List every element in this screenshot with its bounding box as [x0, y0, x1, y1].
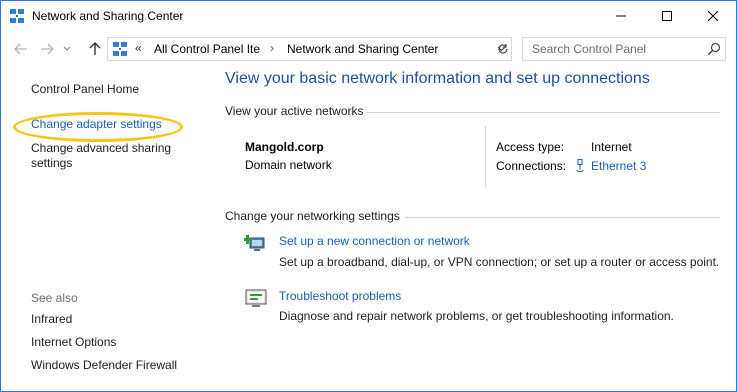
change-settings-heading: Change your networking settings	[225, 209, 400, 223]
highlight-annotation	[13, 112, 183, 142]
breadcrumb-network-center[interactable]: Network and Sharing Center	[287, 42, 438, 56]
see-also-heading: See also	[31, 291, 78, 305]
arrow-right-icon	[41, 43, 54, 55]
title-bar: Network and Sharing Center	[1, 1, 736, 31]
window: Network and Sharing Center « All Control…	[0, 0, 737, 392]
troubleshoot-description: Diagnose and repair network problems, or…	[279, 309, 674, 323]
active-networks-heading: View your active networks	[225, 104, 364, 118]
close-icon	[708, 11, 718, 21]
ethernet-icon	[576, 159, 584, 172]
search-box[interactable]: Search Control Panel	[522, 37, 726, 61]
network-divider	[485, 126, 486, 187]
refresh-icon	[497, 44, 508, 54]
close-button[interactable]	[690, 1, 736, 31]
control-panel-icon	[113, 42, 127, 56]
network-type: Domain network	[245, 158, 332, 172]
internet-options-link[interactable]: Internet Options	[31, 335, 116, 349]
network-name: Mangold.corp	[245, 140, 324, 154]
access-type-value: Internet	[591, 140, 632, 154]
ethernet-connection-link[interactable]: Ethernet 3	[591, 159, 646, 173]
address-bar[interactable]: « All Control Panel Ite › Network and Sh…	[107, 37, 512, 61]
maximize-button[interactable]	[644, 1, 690, 31]
section-divider	[405, 217, 720, 218]
chevron-down-icon	[63, 46, 71, 51]
breadcrumb-all-control-panel[interactable]: All Control Panel Ite	[154, 42, 260, 56]
breadcrumb-overflow[interactable]: «	[135, 41, 142, 55]
search-icon[interactable]	[707, 42, 721, 56]
network-center-icon	[10, 9, 24, 23]
minimize-icon	[616, 15, 626, 17]
windows-defender-firewall-link[interactable]: Windows Defender Firewall	[31, 358, 177, 372]
change-advanced-sharing-link[interactable]: Change advanced sharing settings	[31, 141, 201, 171]
refresh-button[interactable]	[494, 37, 512, 61]
breadcrumb-separator[interactable]: ›	[270, 41, 274, 55]
maximize-icon	[662, 11, 672, 21]
page-title: View your basic network information and …	[225, 70, 650, 87]
arrow-up-icon	[89, 42, 101, 55]
troubleshoot-problems-link[interactable]: Troubleshoot problems	[279, 289, 401, 303]
infrared-link[interactable]: Infrared	[31, 312, 72, 326]
forward-button[interactable]	[37, 39, 57, 59]
window-title: Network and Sharing Center	[32, 9, 184, 23]
recent-locations-button[interactable]	[61, 39, 73, 59]
up-button[interactable]	[85, 39, 105, 59]
set-up-connection-link[interactable]: Set up a new connection or network	[279, 234, 470, 248]
search-placeholder[interactable]: Search Control Panel	[532, 42, 646, 56]
connections-label: Connections:	[496, 159, 567, 173]
control-panel-home-link[interactable]: Control Panel Home	[31, 82, 139, 96]
set-up-connection-description: Set up a broadband, dial-up, or VPN conn…	[279, 255, 720, 269]
new-connection-icon	[244, 235, 265, 251]
access-type-label: Access type:	[496, 140, 565, 154]
section-divider	[366, 112, 720, 113]
minimize-button[interactable]	[598, 1, 644, 31]
back-button[interactable]	[11, 39, 31, 59]
arrow-left-icon	[14, 43, 27, 55]
navigation-bar: « All Control Panel Ite › Network and Sh…	[1, 32, 736, 66]
troubleshoot-icon	[245, 289, 267, 307]
